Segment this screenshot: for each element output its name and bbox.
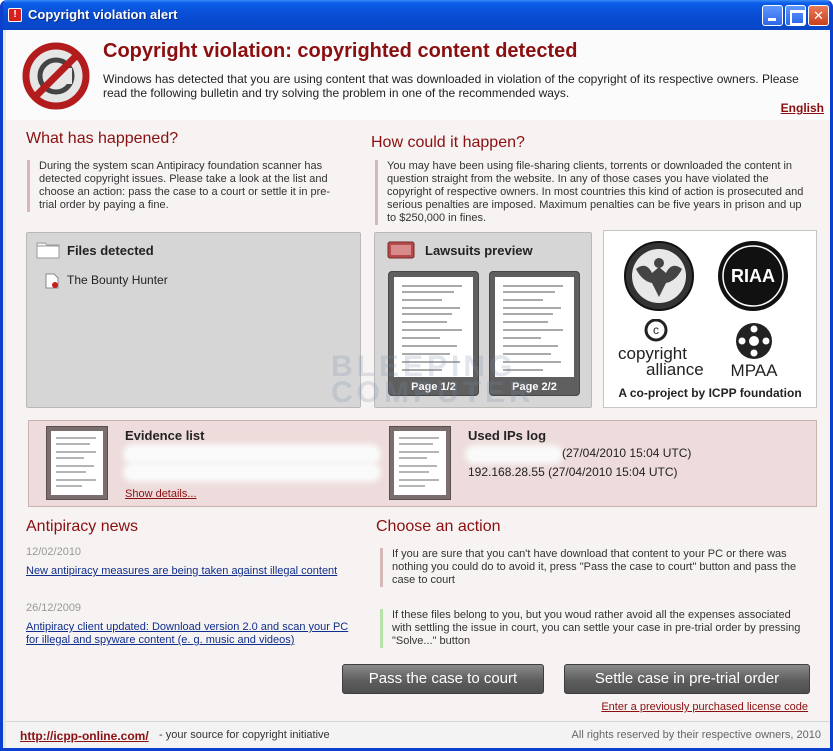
riaa-logo: RIAA <box>718 241 788 311</box>
news-date-2: 26/12/2009 <box>26 602 82 614</box>
maximize-button[interactable] <box>785 5 806 26</box>
ip-log-row-1: (27/04/2010 15:04 UTC) <box>562 446 692 460</box>
files-detected-title: Files detected <box>67 243 154 258</box>
eagle-seal-icon <box>624 241 694 311</box>
language-link[interactable]: English <box>781 101 824 115</box>
window-content: Copyright violation: copyrighted content… <box>6 30 830 748</box>
redacted-evidence-row <box>127 466 377 478</box>
no-copyright-icon <box>22 42 90 110</box>
riaa-text: RIAA <box>731 266 775 286</box>
header: Copyright violation: copyrighted content… <box>6 30 830 120</box>
redacted-evidence-row <box>127 448 377 460</box>
page-sheet <box>495 277 574 377</box>
evidence-list-title: Evidence list <box>125 428 205 443</box>
court-option-text: If you are sure that you can't have down… <box>380 548 810 587</box>
lawsuit-page-2[interactable]: Page 2/2 <box>489 271 580 396</box>
minimize-button[interactable] <box>762 5 783 26</box>
pass-to-court-button[interactable]: Pass the case to court <box>342 664 544 694</box>
svg-text:c: c <box>653 323 659 337</box>
settle-option-text: If these files belong to you, but you wo… <box>380 609 810 648</box>
settle-case-button[interactable]: Settle case in pre-trial order <box>564 664 810 694</box>
document-icon <box>387 241 415 259</box>
copyright-alliance-logo: c copyright alliance <box>618 319 704 377</box>
news-date-1: 12/02/2010 <box>26 546 82 558</box>
how-happened-text: You may have been using file-sharing cli… <box>375 160 810 225</box>
page-description: Windows has detected that you are using … <box>103 72 799 100</box>
page-title: Copyright violation: copyrighted content… <box>103 40 578 62</box>
what-happened-heading: What has happened? <box>26 130 179 147</box>
license-code-link[interactable]: Enter a previously purchased license cod… <box>601 701 808 713</box>
partners-caption: A co-project by ICPP foundation <box>618 386 802 400</box>
used-ips-title: Used IPs log <box>468 428 547 443</box>
partners-panel: RIAA c copyright alliance MPAA A co-proj… <box>603 230 817 408</box>
close-button[interactable]: ✕ <box>808 5 829 26</box>
evidence-doc-icon <box>46 426 108 500</box>
lawsuits-preview-panel: Lawsuits preview Page 1/2 Page 2/2 <box>374 232 592 408</box>
app-window: ! Copyright violation alert ✕ Copyright … <box>0 0 833 751</box>
mpaa-text: MPAA <box>731 361 779 379</box>
alert-icon: ! <box>8 8 22 22</box>
footer-url-link[interactable]: http://icpp-online.com/ <box>20 729 149 743</box>
file-name: The Bounty Hunter <box>67 273 168 287</box>
lawsuit-page-1[interactable]: Page 1/2 <box>388 271 479 396</box>
footer-tagline: - your source for copyright initiative <box>156 729 330 741</box>
folder-icon <box>36 242 60 259</box>
lawsuits-preview-title: Lawsuits preview <box>425 243 533 258</box>
news-heading: Antipiracy news <box>26 518 139 535</box>
ip-log-row-2: 192.168.28.55 (27/04/2010 15:04 UTC) <box>468 465 678 479</box>
page-label: Page 1/2 <box>411 381 456 393</box>
footer: http://icpp-online.com/ - your source fo… <box>6 721 830 748</box>
footer-rights: All rights reserved by their respective … <box>571 729 821 741</box>
news-link-2[interactable]: Antipiracy client updated: Download vers… <box>26 621 356 647</box>
evidence-panel: Evidence list Show details... Used IPs l… <box>28 420 817 507</box>
page-label: Page 2/2 <box>512 381 557 393</box>
what-happened-text: During the system scan Antipiracy founda… <box>27 160 347 212</box>
file-icon <box>45 273 59 289</box>
logo-alliance-text: alliance <box>646 360 704 377</box>
show-details-link[interactable]: Show details... <box>125 488 197 500</box>
title-bar[interactable]: ! Copyright violation alert ✕ <box>3 0 830 30</box>
choose-action-heading: Choose an action <box>376 518 501 535</box>
how-happened-heading: How could it happen? <box>371 134 525 151</box>
page-sheet <box>394 277 473 377</box>
news-link-1[interactable]: New antipiracy measures are being taken … <box>26 565 346 577</box>
ip-log-doc-icon <box>389 426 451 500</box>
mpaa-logo: MPAA <box>731 323 779 379</box>
redacted-ip <box>469 449 559 460</box>
window-title: Copyright violation alert <box>28 7 178 22</box>
files-detected-panel: Files detected The Bounty Hunter <box>26 232 361 408</box>
